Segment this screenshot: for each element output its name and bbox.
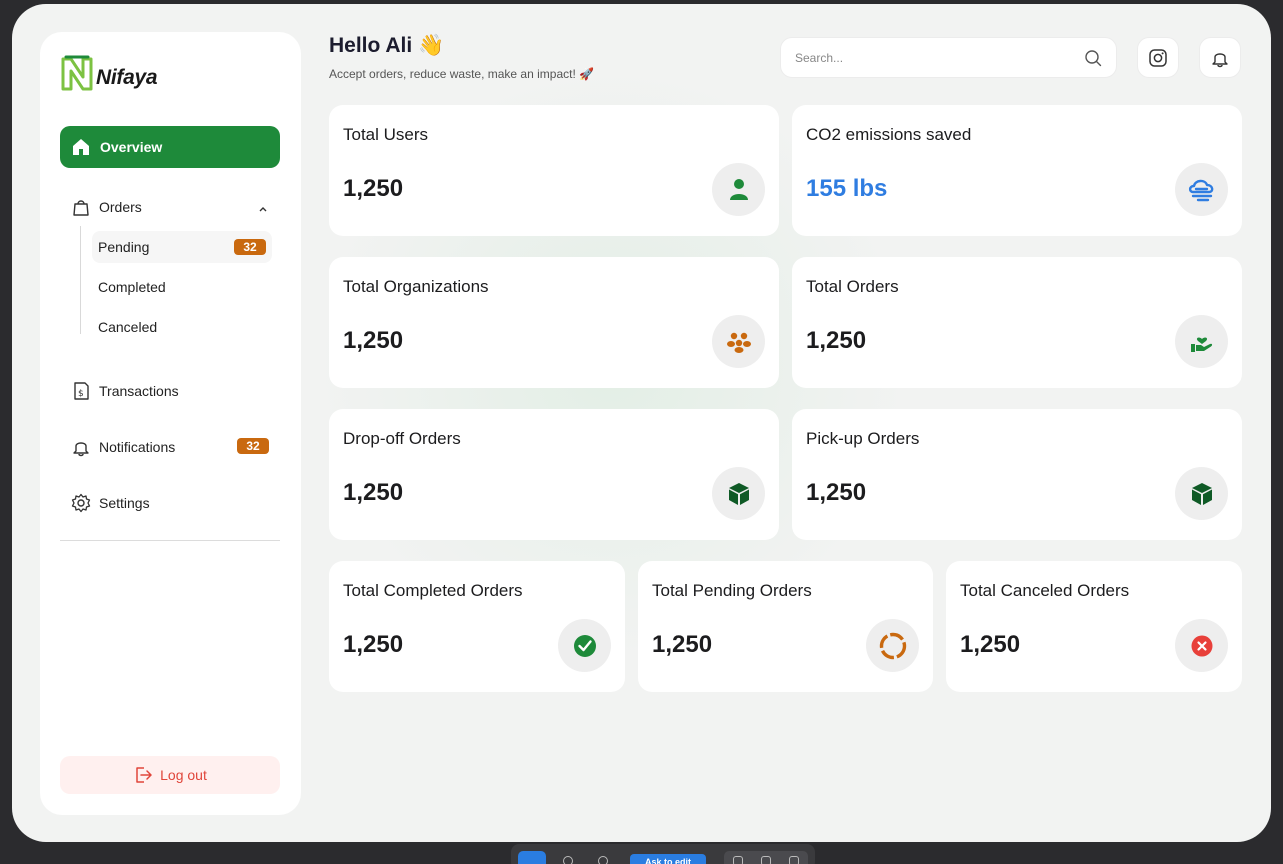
sidebar: Nifaya Overview Orders Pending 32 Comple… — [40, 32, 301, 815]
stat-card-value: 1,250 — [343, 175, 404, 202]
bell-icon — [1212, 52, 1228, 67]
x-circle-icon — [1175, 619, 1228, 672]
logo[interactable]: Nifaya — [60, 54, 158, 94]
submenu-line — [80, 226, 81, 334]
notifications-count-badge: 32 — [237, 438, 269, 454]
stat-card-total-organizations[interactable]: Total Organizations 1,250 — [329, 257, 779, 388]
bell-icon — [70, 436, 91, 457]
code-mode-icon[interactable] — [789, 856, 799, 864]
user-icon — [712, 163, 765, 216]
invoice-icon: $ — [70, 380, 91, 401]
sidebar-item-orders[interactable]: Orders — [70, 196, 142, 217]
app-window: Nifaya Overview Orders Pending 32 Comple… — [12, 4, 1271, 842]
sidebar-item-overview[interactable]: Overview — [60, 126, 280, 168]
logout-icon — [136, 767, 152, 783]
sidebar-item-label: Orders — [99, 198, 142, 215]
search-icon[interactable] — [1084, 49, 1102, 67]
stat-card-pickup-orders[interactable]: Pick-up Orders 1,250 — [792, 409, 1242, 540]
stat-card-title: Drop-off Orders — [343, 429, 461, 448]
logo-icon — [61, 55, 93, 91]
svg-text:$: $ — [78, 389, 84, 399]
instagram-icon — [1149, 48, 1167, 67]
stat-card-title: Total Orders — [806, 277, 899, 296]
sidebar-item-label: Settings — [99, 494, 150, 511]
box-icon — [1175, 467, 1228, 520]
sidebar-subitem-completed[interactable]: Completed — [98, 279, 166, 295]
stat-card-title: Total Pending Orders — [652, 581, 812, 600]
users-group-icon — [712, 315, 765, 368]
stat-card-value: 1,250 — [343, 327, 404, 354]
shopping-bag-icon — [70, 196, 91, 217]
sidebar-divider — [60, 540, 280, 541]
stat-card-completed-orders[interactable]: Total Completed Orders 1,250 — [329, 561, 625, 692]
sidebar-item-label: Notifications — [99, 438, 176, 455]
chevron-up-icon[interactable] — [258, 204, 268, 214]
spinner-icon — [866, 619, 919, 672]
cursor-tool-button[interactable] — [518, 851, 546, 864]
stat-card-title: Total Completed Orders — [343, 581, 523, 600]
search-input[interactable] — [795, 50, 1055, 65]
logout-button[interactable]: Log out — [60, 756, 280, 794]
design-mode-icon[interactable] — [733, 856, 743, 864]
stat-card-dropoff-orders[interactable]: Drop-off Orders 1,250 — [329, 409, 779, 540]
page-subtitle: Accept orders, reduce waste, make an imp… — [329, 67, 595, 81]
stat-card-value: 1,250 — [806, 327, 867, 354]
stat-card-total-users[interactable]: Total Users 1,250 — [329, 105, 779, 236]
sidebar-subitem-label[interactable]: Pending — [98, 239, 149, 255]
comment-tool-icon[interactable] — [598, 856, 608, 864]
stat-card-total-orders[interactable]: Total Orders 1,250 — [792, 257, 1242, 388]
search-box[interactable] — [780, 37, 1117, 78]
instagram-button[interactable] — [1137, 37, 1179, 78]
stat-card-pending-orders[interactable]: Total Pending Orders 1,250 — [638, 561, 933, 692]
check-circle-icon — [558, 619, 611, 672]
hand-heart-icon — [1175, 315, 1228, 368]
ask-to-edit-button[interactable]: Ask to edit — [630, 854, 706, 864]
stat-card-title: Total Canceled Orders — [960, 581, 1130, 600]
stat-card-title: Pick-up Orders — [806, 429, 920, 448]
stat-card-value: 1,250 — [652, 631, 713, 658]
stat-card-co2-saved[interactable]: CO2 emissions saved 155 lbs — [792, 105, 1242, 236]
gear-icon — [70, 492, 91, 513]
hand-tool-icon[interactable] — [563, 856, 573, 864]
layers-mode-icon[interactable] — [761, 856, 771, 864]
stat-card-value: 1,250 — [343, 631, 404, 658]
logo-text: Nifaya — [96, 66, 158, 89]
stat-card-title: Total Users — [343, 125, 429, 144]
editor-toolbar: Ask to edit — [511, 844, 815, 864]
stat-card-canceled-orders[interactable]: Total Canceled Orders 1,250 — [946, 561, 1242, 692]
box-icon — [712, 467, 765, 520]
stat-card-value: 1,250 — [806, 479, 867, 506]
sidebar-item-transactions[interactable]: $ Transactions — [70, 380, 179, 401]
sidebar-item-notifications[interactable]: Notifications — [70, 436, 175, 457]
logout-label: Log out — [160, 767, 207, 783]
stat-card-value: 155 lbs — [806, 175, 888, 202]
stat-card-title: CO2 emissions saved — [806, 125, 972, 144]
stat-card-value: 1,250 — [960, 631, 1021, 658]
sidebar-subitem-canceled[interactable]: Canceled — [98, 319, 157, 335]
page-title: Hello Ali 👋 — [329, 34, 445, 57]
stat-card-title: Total Organizations — [343, 277, 489, 296]
notifications-button[interactable] — [1199, 37, 1241, 78]
sidebar-item-settings[interactable]: Settings — [70, 492, 150, 513]
home-icon — [73, 139, 89, 155]
sidebar-item-label: Overview — [100, 139, 163, 155]
stat-card-value: 1,250 — [343, 479, 404, 506]
sidebar-item-label: Transactions — [99, 382, 179, 399]
cloud-wind-icon — [1175, 163, 1228, 216]
pending-count-badge: 32 — [234, 239, 266, 255]
